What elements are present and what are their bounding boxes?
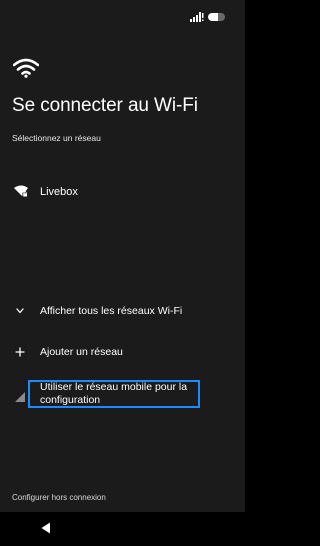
setup-offline-link[interactable]: Configurer hors connexion: [12, 492, 106, 503]
use-mobile-network-label-line2: configuration: [40, 394, 101, 406]
wifi-setup-screen: Se connecter au Wi-Fi Sélectionnez un ré…: [0, 0, 245, 546]
mobile-signal-icon: [15, 392, 25, 402]
battery-level-fill: [208, 13, 219, 21]
network-name: Livebox: [40, 186, 78, 198]
add-network-button[interactable]: Ajouter un réseau: [0, 342, 245, 364]
use-mobile-network-label: Utiliser le réseau mobile pour la config…: [40, 381, 200, 407]
use-mobile-network-label-line1: Utiliser le réseau mobile pour la: [40, 381, 188, 393]
status-bar: [190, 12, 225, 22]
wifi-icon: [13, 58, 39, 78]
cell-signal-icon: [190, 12, 204, 22]
show-all-networks-label: Afficher tous les réseaux Wi-Fi: [40, 305, 183, 317]
back-triangle-icon[interactable]: [41, 522, 51, 534]
show-all-networks-button[interactable]: Afficher tous les réseaux Wi-Fi: [0, 301, 245, 323]
navigation-bar: [0, 512, 245, 546]
network-item-livebox[interactable]: Livebox: [0, 180, 245, 204]
battery-icon: [208, 13, 225, 21]
add-network-label: Ajouter un réseau: [40, 346, 123, 358]
page-subtitle: Sélectionnez un réseau: [12, 133, 101, 143]
use-mobile-network-button[interactable]: Utiliser le réseau mobile pour la config…: [0, 380, 245, 410]
plus-icon: [15, 347, 25, 357]
page-title: Se connecter au Wi-Fi: [12, 95, 198, 116]
chevron-down-icon: [16, 308, 24, 314]
wifi-locked-icon: [14, 185, 28, 197]
